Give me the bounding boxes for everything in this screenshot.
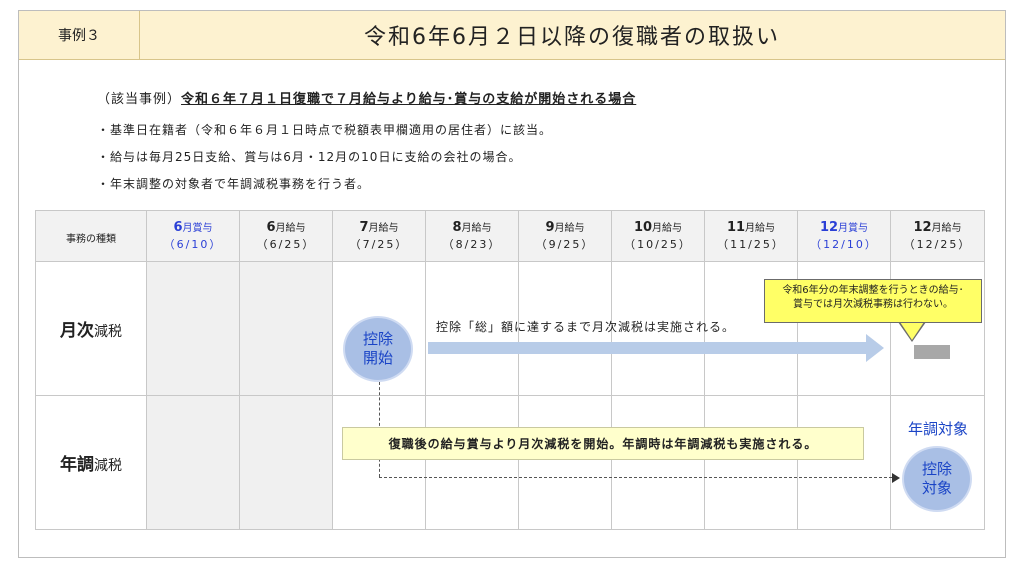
bullet-item: ・給与は毎月25日支給、賞与は6月・12月の10日に支給の会社の場合。	[97, 150, 522, 164]
case-description: （該当事例）令和６年７月１日復職で７月給与より給与･賞与の支給が開始される場合	[97, 88, 636, 107]
case-title: 令和６年７月１日復職で７月給与より給与･賞与の支給が開始される場合	[181, 92, 637, 107]
column-header: 6月給与 （6/25）	[239, 210, 333, 262]
table-row: 年調減税	[35, 395, 985, 530]
title-header: 事例３ 令和6年6月２日以降の復職者の取扱い	[19, 11, 1005, 60]
table-header-row: 事務の種類 6月賞与 （6/10） 6月給与 （6/25） 7月給与 （7/25） 8…	[35, 210, 985, 262]
arrow-head-icon	[892, 473, 900, 483]
column-header: 10月給与 （10/25）	[611, 210, 705, 262]
kind-header: 事務の種類	[35, 210, 147, 262]
column-header: 7月給与 （7/25）	[332, 210, 426, 262]
column-header: 12月給与 （12/25）	[890, 210, 985, 262]
column-header: 11月給与 （11/25）	[704, 210, 798, 262]
row-label-monthly: 月次減税	[35, 261, 147, 396]
deduction-target-circle: 控除 対象	[902, 446, 972, 512]
no-deduction-marker	[914, 345, 950, 359]
deduction-start-circle: 控除 開始	[343, 316, 413, 382]
case-prefix: （該当事例）	[97, 92, 182, 107]
callout-tail-fill	[900, 322, 924, 340]
yearly-note: 復職後の給与賞与より月次減税を開始。年調時は年調減税も実施される。	[342, 427, 864, 460]
case-tag: 事例３	[19, 11, 140, 59]
page-title: 令和6年6月２日以降の復職者の取扱い	[364, 25, 780, 50]
year-end-callout: 令和6年分の年末調整を行うときの給与･ 賞与では月次減税事務は行わない。	[764, 279, 982, 323]
schedule-table: 事務の種類 6月賞与 （6/10） 6月給与 （6/25） 7月給与 （7/25） 8…	[35, 210, 985, 530]
year-end-target-label: 年調対象	[907, 420, 968, 438]
row-label-yearly: 年調減税	[35, 395, 147, 530]
dashed-connector	[379, 477, 892, 478]
column-header: 12月賞与 （12/10）	[797, 210, 891, 262]
column-header: 6月賞与 （6/10）	[146, 210, 240, 262]
bullet-item: ・基準日在籍者（令和６年６月１日時点で税額表甲欄適用の居住者）に該当。	[97, 123, 553, 137]
deduction-note: 控除「総」額に達するまで月次減税は実施される。	[436, 320, 736, 334]
deduction-arrow	[428, 342, 868, 354]
column-header: 8月給与 （8/23）	[425, 210, 519, 262]
column-header: 9月給与 （9/25）	[518, 210, 612, 262]
bullet-item: ・年末調整の対象者で年調減税事務を行う者。	[97, 177, 371, 191]
arrow-head-icon	[866, 334, 884, 362]
